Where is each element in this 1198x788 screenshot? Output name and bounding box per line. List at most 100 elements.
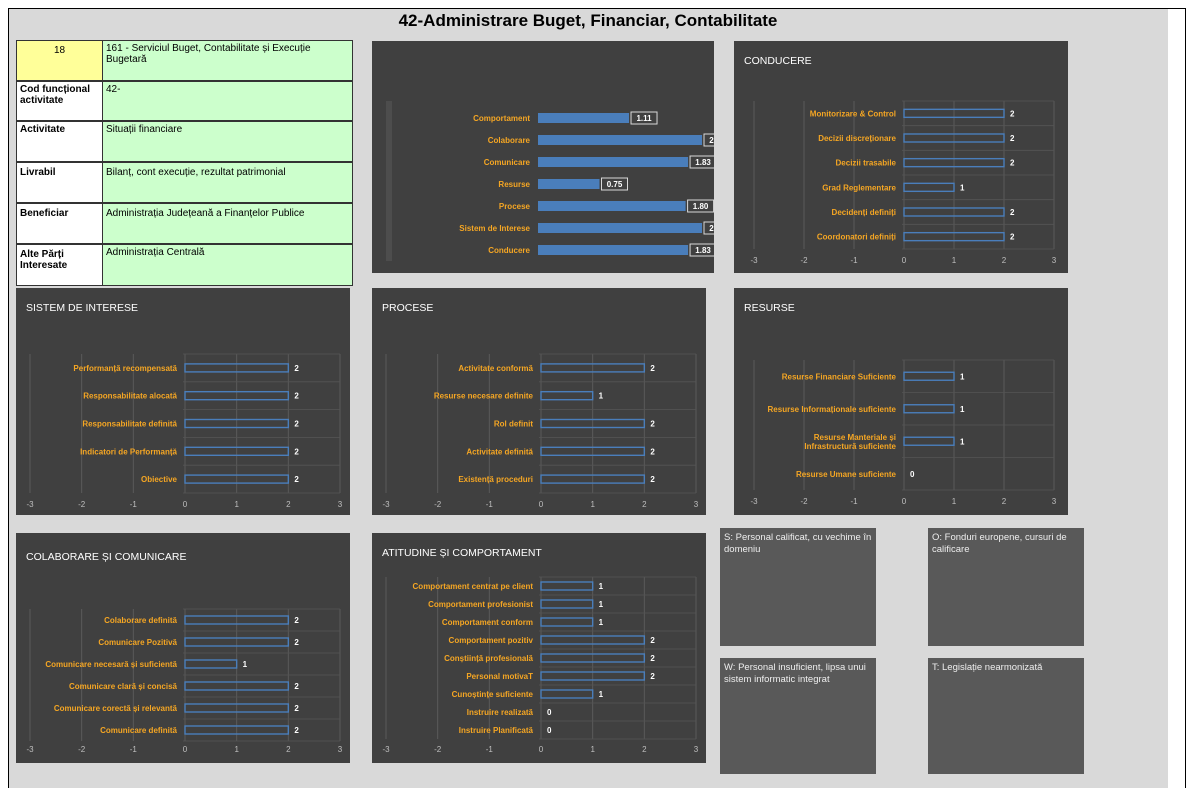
- category-label: Coordonatori definiți: [817, 233, 896, 242]
- bar: [903, 404, 955, 414]
- info-row-label: Beneficiar: [17, 204, 103, 243]
- tick-label: 3: [694, 500, 699, 509]
- summary-chart-panel: Comportament 1.11 Colaborare 2.00 Comunicare…: [372, 41, 714, 273]
- category-label: Comunicare clară și concisă: [69, 682, 178, 691]
- info-row-value: 42-: [106, 84, 121, 95]
- tick-label: -3: [750, 256, 758, 265]
- conducere-chart-panel: CONDUCERE -3 -2 -1 0 1 2 3 Monitorizare & Contr…: [734, 41, 1068, 273]
- data-label: 2: [1010, 134, 1015, 143]
- category-label: Comportament centrat pe client: [413, 582, 534, 591]
- tick-label: 1: [234, 500, 239, 509]
- sistem-chart: -3 -2 -1 0 1 2 3 Performanță recompensată 2 Respo…: [26, 353, 343, 509]
- tick-label: -3: [26, 745, 34, 754]
- tick-label: 3: [1052, 497, 1057, 506]
- info-row-label: Activitate: [17, 122, 103, 161]
- category-label: Indicatori de Performanță: [80, 447, 177, 456]
- info-row-value: Bilanț, cont execuție, rezultat patrimon…: [106, 167, 286, 178]
- category-label: Comportament pozitiv: [449, 636, 534, 645]
- category-label: Sistem de Interese: [459, 224, 530, 233]
- category-label: Personal motivaT: [466, 672, 533, 681]
- category-label: Instruire Planificată: [459, 726, 534, 735]
- category-label: Instruire realizată: [467, 708, 534, 717]
- tick-label: -3: [382, 500, 390, 509]
- category-label: Comportament: [473, 114, 530, 123]
- bar: [538, 201, 686, 211]
- category-label: Decizii discreționare: [818, 134, 896, 143]
- data-label: 0: [547, 708, 552, 717]
- data-label: 1.80: [693, 202, 709, 211]
- data-label: 1: [960, 405, 965, 414]
- tick-label: 2: [1002, 256, 1007, 265]
- category-label: Obiective: [141, 475, 178, 484]
- tick-label: -3: [26, 500, 34, 509]
- data-label: 1: [599, 618, 604, 627]
- category-label: Grad Reglementare: [822, 183, 896, 192]
- info-row-value: Situații financiare: [106, 124, 183, 135]
- tick-label: 2: [1002, 497, 1007, 506]
- data-label: 2: [294, 726, 299, 735]
- bar: [903, 371, 955, 381]
- category-label: Decizii trasabile: [836, 159, 897, 168]
- data-label: 2: [294, 420, 299, 429]
- data-label: 2: [294, 364, 299, 373]
- activity-number: 18: [17, 41, 103, 80]
- tick-label: 1: [952, 497, 957, 506]
- category-label: Responsabilitate definită: [82, 420, 177, 429]
- info-row-value: Administrația Județeană a Finanțelor Pub…: [106, 208, 305, 219]
- info-row: Livrabil Bilanț, cont execuție, rezultat…: [16, 162, 353, 203]
- tick-label: -2: [78, 745, 86, 754]
- data-label: 2: [650, 364, 655, 373]
- category-label: Resurse Informaționale suficiente: [768, 405, 897, 414]
- data-label: 1: [243, 660, 248, 669]
- procese-chart: -3 -2 -1 0 1 2 3 Activitate conformă 2 Resurse ne…: [382, 353, 699, 509]
- data-label: 2: [650, 447, 655, 456]
- info-row-label: Cod funcțional activitate: [17, 82, 103, 120]
- data-label: 2: [1010, 233, 1015, 242]
- info-row: Beneficiar Administrația Județeană a Fin…: [16, 203, 353, 244]
- data-label: 2: [1010, 208, 1015, 217]
- category-label: Conștiință profesională: [444, 654, 533, 663]
- info-row-label: Livrabil: [17, 163, 103, 202]
- data-label: 0.75: [607, 180, 623, 189]
- tick-label: -1: [850, 497, 858, 506]
- category-label: Conducere: [488, 246, 530, 255]
- swot-opportunities: O: Fonduri europene, cursuri de califica…: [928, 528, 1084, 646]
- data-label: 2: [650, 672, 655, 681]
- resurse-chart: -3 -2 -1 0 1 2 3 Resurse Financiare Suficiente 1…: [750, 359, 1057, 506]
- bar: [184, 659, 238, 669]
- tick-label: 3: [338, 745, 343, 754]
- tick-label: -2: [78, 500, 86, 509]
- page-title: 42-Administrare Buget, Financiar, Contab…: [398, 11, 778, 30]
- summary-chart: Comportament 1.11 Colaborare 2.00 Comunicare…: [459, 111, 714, 257]
- data-label: 2: [650, 475, 655, 484]
- bar: [538, 135, 702, 145]
- data-label: 2: [1010, 109, 1015, 118]
- info-row: Alte Părți Interesate Administrația Cent…: [16, 244, 353, 286]
- tick-label: 2: [286, 500, 291, 509]
- tick-label: 2: [642, 500, 647, 509]
- data-label: 2: [294, 447, 299, 456]
- category-label: Comportament profesionist: [428, 600, 533, 609]
- resurse-chart-panel: RESURSE -3 -2 -1 0 1 2 3 Resurse Financiare Suf…: [734, 288, 1068, 515]
- tick-label: 1: [590, 745, 595, 754]
- data-label: 1.83: [695, 158, 711, 167]
- data-label: 2: [650, 420, 655, 429]
- data-label: 2.00: [709, 136, 714, 145]
- bar: [540, 390, 594, 401]
- data-label: 2: [294, 638, 299, 647]
- category-label: Comunicare definită: [100, 726, 177, 735]
- category-label: Rol definit: [494, 420, 533, 429]
- atitudine-chart-panel: ATITUDINE ȘI COMPORTAMENT -3 -2 -1 0 1 2 3 Comp…: [372, 533, 706, 763]
- category-label: Comunicare: [484, 158, 531, 167]
- tick-label: -2: [800, 256, 808, 265]
- tick-label: -3: [382, 745, 390, 754]
- data-label: 2: [294, 682, 299, 691]
- swot-strengths: S: Personal calificat, cu vechime în dom…: [720, 528, 876, 646]
- info-row-value: Administrația Centrală: [106, 247, 205, 258]
- data-label: 1: [599, 600, 604, 609]
- procese-chart-panel: PROCESE -3 -2 -1 0 1 2 3 Activitate conformă 2 Re…: [372, 288, 706, 515]
- info-row: Activitate Situații financiare: [16, 121, 353, 162]
- swot-weaknesses: W: Personal insuficient, lipsa unui sist…: [720, 658, 876, 774]
- tick-label: 2: [642, 745, 647, 754]
- category-label: Responsabilitate alocată: [83, 392, 177, 401]
